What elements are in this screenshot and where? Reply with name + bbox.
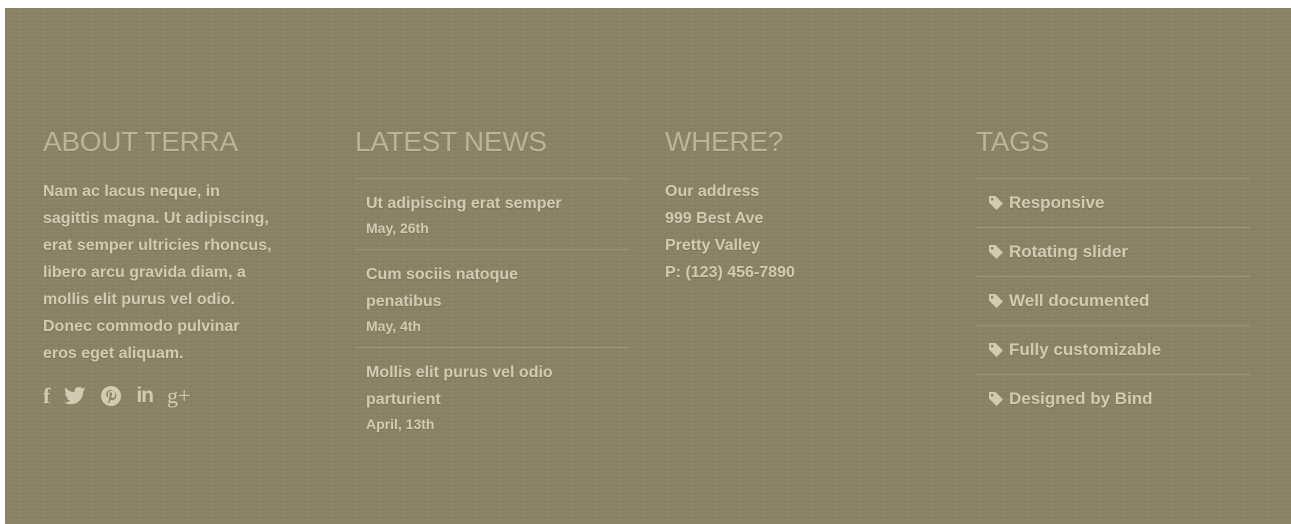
address-line: Our address bbox=[665, 183, 760, 200]
about-column: ABOUT TERRA Nam ac lacus neque, in sagit… bbox=[43, 126, 323, 409]
tag-link[interactable]: Rotating slider bbox=[976, 228, 1250, 277]
tag-link[interactable]: Fully customizable bbox=[976, 326, 1250, 375]
tag-list: Responsive Rotating slider Well document… bbox=[976, 178, 1250, 423]
news-title-link[interactable]: Ut adipiscing erat semper bbox=[366, 190, 619, 217]
tag-icon bbox=[989, 196, 1003, 210]
news-item: Mollis elit purus vel odio parturient Ap… bbox=[355, 348, 630, 445]
news-list: Ut adipiscing erat semper May, 26th Cum … bbox=[355, 178, 630, 445]
about-heading: ABOUT TERRA bbox=[43, 126, 238, 157]
news-date: May, 4th bbox=[366, 318, 421, 334]
tag-label: Responsive bbox=[1009, 193, 1105, 212]
about-line: eros eget aliquam. bbox=[43, 345, 184, 362]
news-heading: LATEST NEWS bbox=[355, 126, 547, 157]
about-line: sagittis magna. Ut adipiscing, bbox=[43, 210, 269, 227]
news-title-link[interactable]: Mollis elit purus vel odio bbox=[366, 359, 619, 386]
tag-icon bbox=[989, 294, 1003, 308]
tag-link[interactable]: Designed by Bind bbox=[976, 375, 1250, 423]
tag-link[interactable]: Responsive bbox=[976, 179, 1250, 228]
about-text: Nam ac lacus neque, in sagittis magna. U… bbox=[43, 178, 323, 367]
news-title-link[interactable]: penatibus bbox=[366, 288, 619, 315]
twitter-icon[interactable] bbox=[64, 384, 86, 408]
tag-label: Rotating slider bbox=[1009, 242, 1129, 261]
about-line: erat semper ultricies rhoncus, bbox=[43, 237, 272, 254]
news-date: April, 13th bbox=[366, 416, 435, 432]
pinterest-icon[interactable] bbox=[100, 384, 122, 408]
tag-label: Well documented bbox=[1009, 291, 1150, 310]
news-item: Cum sociis natoque penatibus May, 4th bbox=[355, 250, 630, 348]
tag-icon bbox=[989, 392, 1003, 406]
tag-label: Designed by Bind bbox=[1009, 389, 1153, 408]
social-links: f in g+ bbox=[43, 383, 323, 409]
news-column: LATEST NEWS Ut adipiscing erat semper Ma… bbox=[355, 126, 630, 445]
about-line: libero arcu gravida diam, a bbox=[43, 264, 246, 281]
where-heading: WHERE? bbox=[665, 126, 783, 157]
news-title-link[interactable]: parturient bbox=[366, 386, 619, 413]
where-column: WHERE? Our address 999 Best Ave Pretty V… bbox=[665, 126, 945, 286]
address-block: Our address 999 Best Ave Pretty Valley P… bbox=[665, 178, 945, 286]
address-line: 999 Best Ave bbox=[665, 210, 764, 227]
phone-number: P: (123) 456-7890 bbox=[665, 264, 795, 281]
footer: ABOUT TERRA Nam ac lacus neque, in sagit… bbox=[5, 8, 1291, 524]
address-line: Pretty Valley bbox=[665, 237, 761, 254]
tags-heading: TAGS bbox=[976, 126, 1049, 157]
about-line: mollis elit purus vel odio. bbox=[43, 291, 236, 308]
tag-icon bbox=[989, 343, 1003, 357]
tags-column: TAGS Responsive Rotating slider Well doc… bbox=[976, 126, 1250, 423]
linkedin-icon[interactable]: in bbox=[136, 384, 154, 408]
news-date: May, 26th bbox=[366, 220, 429, 236]
tag-link[interactable]: Well documented bbox=[976, 277, 1250, 326]
news-item: Ut adipiscing erat semper May, 26th bbox=[355, 179, 630, 250]
tag-label: Fully customizable bbox=[1009, 340, 1162, 359]
tag-icon bbox=[989, 245, 1003, 259]
about-line: Nam ac lacus neque, in bbox=[43, 183, 220, 200]
facebook-icon[interactable]: f bbox=[43, 383, 50, 408]
about-line: Donec commodo pulvinar bbox=[43, 318, 240, 335]
googleplus-icon[interactable]: g+ bbox=[167, 383, 190, 408]
news-title-link[interactable]: Cum sociis natoque bbox=[366, 261, 619, 288]
